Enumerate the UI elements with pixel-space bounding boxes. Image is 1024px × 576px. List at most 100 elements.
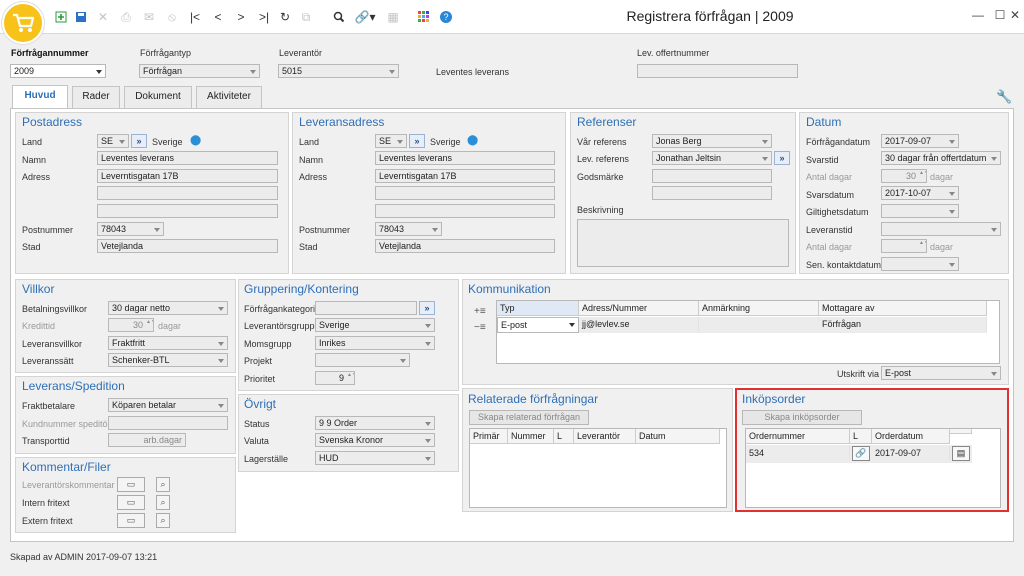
search-icon[interactable] <box>330 8 348 26</box>
goods-field[interactable] <box>652 169 772 183</box>
first-record-icon[interactable]: |< <box>186 8 204 26</box>
add-row-icon[interactable]: +≡ <box>474 306 486 317</box>
postal-zip-select[interactable]: 78043 <box>97 222 164 236</box>
related-col-date[interactable]: Datum <box>636 429 720 444</box>
warehouse-select[interactable]: HUD <box>315 451 435 465</box>
save-icon[interactable] <box>72 8 90 26</box>
delivery-city-field[interactable]: Vetejlanda <box>375 239 555 253</box>
last-record-icon[interactable]: >| <box>255 8 273 26</box>
reply-select[interactable]: 30 dagar från offertdatum <box>881 151 1001 165</box>
days-stepper[interactable]: 30 <box>881 169 927 183</box>
transit-field[interactable]: arb.dagar <box>108 433 186 447</box>
wrench-icon[interactable]: 🔧 <box>996 89 1012 105</box>
comm-row-address[interactable]: jj@levlev.se <box>579 317 699 331</box>
vat-group-select[interactable]: Inrikes <box>315 336 435 350</box>
comm-row-recipient[interactable]: Förfrågan <box>819 317 987 331</box>
open-order-icon[interactable]: ▤ <box>952 446 970 461</box>
close-icon[interactable]: ✕ <box>1005 8 1024 24</box>
delivery-name-field[interactable]: Leventes leverans <box>375 151 555 165</box>
table-row[interactable]: E-post jj@levlev.se Förfrågan <box>497 317 987 333</box>
valid-date-field[interactable] <box>881 204 959 218</box>
po-row-number[interactable]: 534 <box>746 446 850 460</box>
tab-dokument[interactable]: Dokument <box>124 86 192 108</box>
table-row[interactable]: 534 🔗 2017-09-07 ▤ <box>746 445 972 463</box>
delivery-land-lookup-icon[interactable]: » <box>409 134 425 148</box>
tab-rader[interactable]: Rader <box>72 86 120 108</box>
category-field[interactable] <box>315 301 417 315</box>
attach-icon[interactable]: ⦸ <box>163 8 181 26</box>
refresh-icon[interactable]: ↻ <box>276 8 294 26</box>
sup-ref-select[interactable]: Jonathan Jeltsin <box>652 151 772 165</box>
freight-select[interactable]: Köparen betalar <box>108 398 228 412</box>
sup-ref-lookup-icon[interactable]: » <box>774 151 790 165</box>
postal-land-lookup-icon[interactable]: » <box>131 134 147 148</box>
postal-address3-field[interactable] <box>97 204 278 218</box>
postal-address2-field[interactable] <box>97 186 278 200</box>
delivery-land-select[interactable]: SE <box>375 134 407 148</box>
postal-land-select[interactable]: SE <box>97 134 129 148</box>
postal-name-field[interactable]: Leventes leverans <box>97 151 278 165</box>
lead-days-stepper[interactable] <box>881 239 927 253</box>
supplier-group-select[interactable]: Sverige <box>315 318 435 332</box>
comm-col-address[interactable]: Adress/Nummer <box>579 301 699 316</box>
postal-city-field[interactable]: Vetejlanda <box>97 239 278 253</box>
apps-icon[interactable] <box>415 8 433 26</box>
supplier-attach-icon[interactable]: ⌕ <box>156 477 170 492</box>
new-icon[interactable] <box>52 8 70 26</box>
lead-time-select[interactable] <box>881 222 1001 236</box>
del-method-select[interactable]: Schenker-BTL <box>108 353 228 367</box>
status-select[interactable]: 9 9 Order <box>315 416 435 430</box>
internal-comment-icon[interactable]: ▭ <box>117 495 145 510</box>
payment-select[interactable]: 30 dagar netto <box>108 301 228 315</box>
related-col-supplier[interactable]: Leverantör <box>574 429 636 444</box>
goods-field-2[interactable] <box>652 186 772 200</box>
contact-date-field[interactable] <box>881 257 959 271</box>
cart-logo-icon[interactable] <box>2 2 44 44</box>
previous-record-icon[interactable]: < <box>209 8 227 26</box>
external-comment-icon[interactable]: ▭ <box>117 513 145 528</box>
po-col-number[interactable]: Ordernummer <box>746 429 850 444</box>
create-related-button[interactable]: Skapa relaterad förfrågan <box>469 410 589 425</box>
request-type-select[interactable]: Förfrågan <box>139 64 260 78</box>
delivery-zip-select[interactable]: 78043 <box>375 222 442 236</box>
comm-row-note[interactable] <box>699 317 819 321</box>
related-col-number[interactable]: Nummer <box>508 429 554 444</box>
help-icon[interactable]: ? <box>437 8 455 26</box>
supplier-comment-icon[interactable]: ▭ <box>117 477 145 492</box>
priority-stepper[interactable]: 9 <box>315 371 355 385</box>
our-ref-select[interactable]: Jonas Berg <box>652 134 772 148</box>
copy-icon[interactable]: ⧉ <box>297 8 315 26</box>
postal-address1-field[interactable]: Leverntisgatan 17B <box>97 169 278 183</box>
comm-col-note[interactable]: Anmärkning <box>699 301 819 316</box>
supplier-select[interactable]: 5015 <box>278 64 399 78</box>
forwarder-field[interactable] <box>108 416 228 430</box>
link-menu-icon[interactable]: 🔗▾ <box>352 8 378 26</box>
remove-row-icon[interactable]: −≡ <box>474 322 486 333</box>
create-purchase-order-button[interactable]: Skapa inköpsorder <box>742 410 862 425</box>
cancel-icon[interactable]: ✕ <box>94 8 112 26</box>
print-icon[interactable]: ⎙ <box>117 8 135 26</box>
tab-aktiviteter[interactable]: Aktiviteter <box>196 86 262 108</box>
po-col-l[interactable]: L <box>850 429 872 444</box>
internal-attach-icon[interactable]: ⌕ <box>156 495 170 510</box>
credit-stepper[interactable]: 30 <box>108 318 154 332</box>
comm-col-type[interactable]: Typ <box>497 301 579 316</box>
po-row-date[interactable]: 2017-09-07 <box>872 446 950 460</box>
grid-icon[interactable]: ▦ <box>384 8 402 26</box>
delivery-address3-field[interactable] <box>375 204 555 218</box>
po-col-date[interactable]: Orderdatum <box>872 429 950 444</box>
next-record-icon[interactable]: > <box>232 8 250 26</box>
delivery-address1-field[interactable]: Leverntisgatan 17B <box>375 169 555 183</box>
description-textarea[interactable] <box>577 219 789 267</box>
reply-date-field[interactable]: 2017-10-07 <box>881 186 959 200</box>
currency-select[interactable]: Svenska Kronor <box>315 433 435 447</box>
tab-huvud[interactable]: Huvud <box>12 85 68 109</box>
minimize-icon[interactable]: — <box>968 8 988 24</box>
del-terms-select[interactable]: Fraktfritt <box>108 336 228 350</box>
email-icon[interactable]: ✉ <box>140 8 158 26</box>
offer-number-field[interactable] <box>637 64 798 78</box>
delivery-address2-field[interactable] <box>375 186 555 200</box>
output-via-select[interactable]: E-post <box>881 366 1001 380</box>
request-number-field[interactable]: 2009 <box>10 64 106 78</box>
external-attach-icon[interactable]: ⌕ <box>156 513 170 528</box>
